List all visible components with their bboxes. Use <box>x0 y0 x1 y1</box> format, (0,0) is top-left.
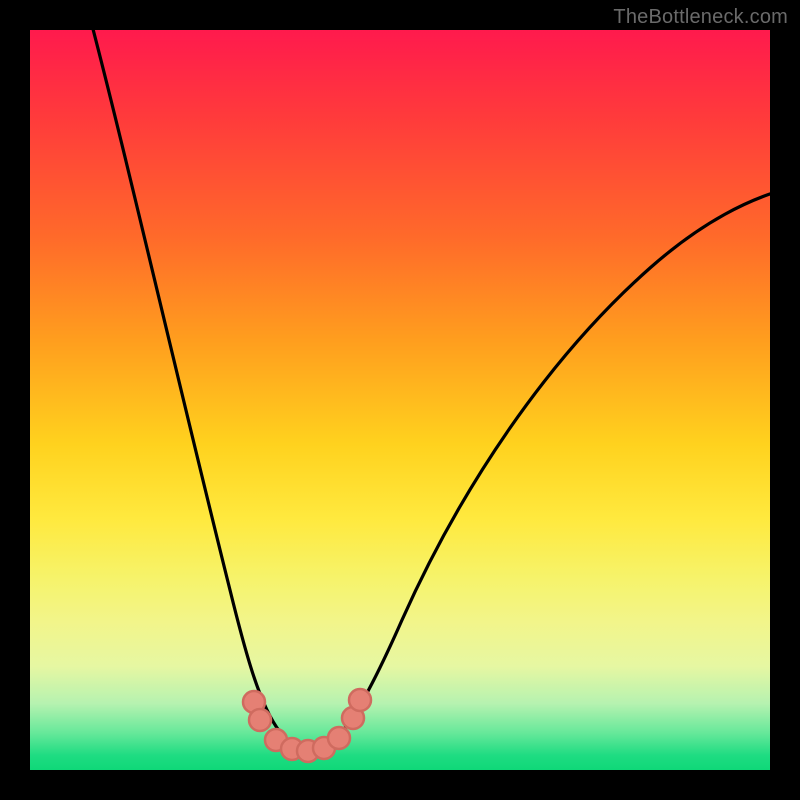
watermark-text: TheBottleneck.com <box>613 6 788 29</box>
plot-area <box>30 30 770 770</box>
curve-path <box>88 30 770 749</box>
outer-frame: TheBottleneck.com <box>0 0 800 800</box>
trough-dots <box>243 689 371 762</box>
bottleneck-curve <box>30 30 770 770</box>
